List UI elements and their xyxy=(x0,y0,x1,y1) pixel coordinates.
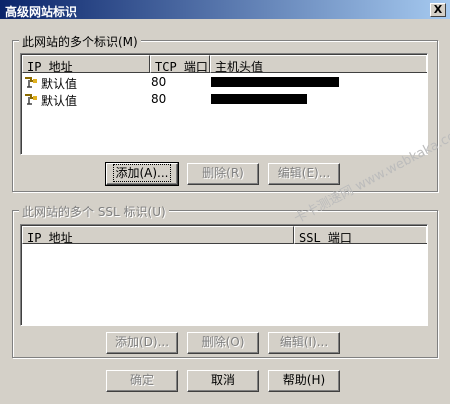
site-icon xyxy=(25,77,37,88)
ssl-list[interactable]: IP 地址 SSL 端口 xyxy=(20,224,428,326)
row-host-redacted xyxy=(211,77,339,87)
identities-remove-button[interactable]: 删除(R) xyxy=(187,163,259,185)
col-ssl-ip-address[interactable]: IP 地址 xyxy=(22,226,294,244)
site-icon xyxy=(25,94,37,105)
identities-list-header: IP 地址 TCP 端口 主机头值 xyxy=(22,55,427,73)
col-host-header[interactable]: 主机头值 xyxy=(210,55,427,73)
ssl-remove-button[interactable]: 删除(O) xyxy=(187,332,259,354)
col-ip-address[interactable]: IP 地址 xyxy=(22,55,150,73)
row-port: 80 xyxy=(151,92,167,106)
identities-group-label: 此网站的多个标识(M) xyxy=(19,33,141,50)
ok-button[interactable]: 确定 xyxy=(106,370,178,392)
identities-add-button[interactable]: 添加(A)... xyxy=(105,162,179,186)
ssl-add-button[interactable]: 添加(D)... xyxy=(106,332,178,354)
col-tcp-port[interactable]: TCP 端口 xyxy=(150,55,210,73)
table-row[interactable]: 默认值 80 xyxy=(23,75,423,91)
row-host-redacted xyxy=(211,94,307,104)
title-bar: 高级网站标识 X xyxy=(0,0,450,20)
help-button[interactable]: 帮助(H) xyxy=(268,370,340,392)
identities-edit-button[interactable]: 编辑(E)... xyxy=(268,163,340,185)
col-ssl-port[interactable]: SSL 端口 xyxy=(294,226,427,244)
ssl-edit-button[interactable]: 编辑(I)... xyxy=(268,332,340,354)
row-ip: 默认值 xyxy=(41,94,78,108)
dialog-title: 高级网站标识 xyxy=(5,5,78,19)
close-button[interactable]: X xyxy=(430,3,446,17)
close-icon: X xyxy=(433,3,443,16)
ssl-list-header: IP 地址 SSL 端口 xyxy=(22,226,427,244)
row-port: 80 xyxy=(151,75,167,89)
row-ip: 默认值 xyxy=(41,77,78,91)
table-row[interactable]: 默认值 80 xyxy=(23,92,423,108)
ssl-group-label: 此网站的多个 SSL 标识(U) xyxy=(19,203,169,220)
identities-list[interactable]: IP 地址 TCP 端口 主机头值 默认值 80 默认值 80 xyxy=(20,53,428,155)
cancel-button[interactable]: 取消 xyxy=(187,370,259,392)
